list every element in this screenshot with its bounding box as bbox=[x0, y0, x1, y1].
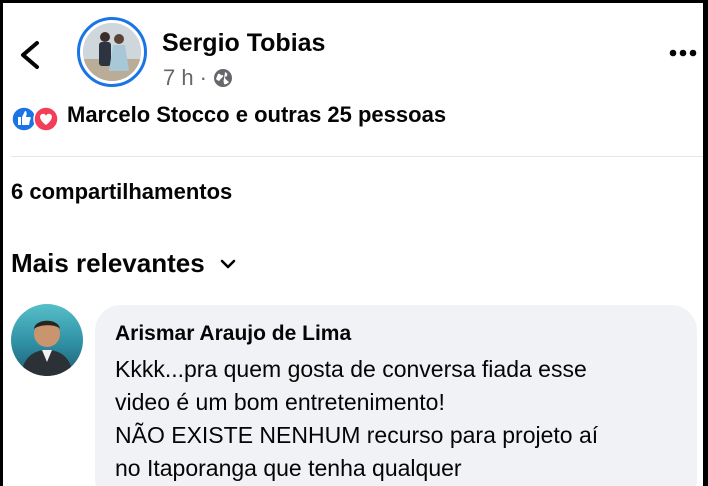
post-time[interactable]: 7 h bbox=[163, 65, 194, 91]
author-photo bbox=[83, 23, 141, 81]
commenter-avatar[interactable] bbox=[11, 304, 83, 376]
author-avatar[interactable] bbox=[77, 17, 147, 87]
reactions-summary[interactable]: Marcelo Stocco e outras 25 pessoas bbox=[11, 106, 446, 132]
love-icon bbox=[33, 106, 59, 132]
commenter-photo bbox=[21, 320, 73, 376]
post-meta: 7 h · bbox=[163, 65, 233, 91]
back-button[interactable] bbox=[15, 37, 45, 73]
comment-line: video é um bom entretenimento! bbox=[115, 389, 445, 415]
comment-text: Kkkk...pra quem gosta de conversa fiada … bbox=[115, 353, 685, 485]
comment-author[interactable]: Arismar Araujo de Lima bbox=[115, 322, 351, 346]
section-divider bbox=[11, 156, 703, 157]
sort-label: Mais relevantes bbox=[11, 248, 205, 278]
reactions-text: Marcelo Stocco e outras 25 pessoas bbox=[67, 106, 447, 127]
comment-bubble: Arismar Araujo de Lima Kkkk...pra quem g… bbox=[95, 305, 697, 486]
comment-sort-dropdown[interactable]: Mais relevantes bbox=[11, 248, 237, 279]
comment-line: NÃO EXISTE NENHUM recurso para projeto a… bbox=[115, 422, 599, 448]
author-name[interactable]: Sergio Tobias bbox=[162, 29, 325, 58]
more-options-button[interactable] bbox=[667, 39, 699, 63]
post-view: Sergio Tobias 7 h · Marcelo Stocco e out… bbox=[3, 3, 703, 486]
more-dots-icon bbox=[669, 49, 697, 57]
back-arrow-icon bbox=[21, 41, 39, 69]
globe-icon bbox=[213, 69, 232, 87]
shares-count[interactable]: 6 compartilhamentos bbox=[11, 179, 232, 205]
comment-line: Kkkk...pra quem gosta de conversa fiada … bbox=[115, 356, 587, 382]
chevron-down-icon bbox=[220, 259, 235, 268]
meta-separator: · bbox=[199, 65, 207, 90]
comment-line: no Itaporanga que tenha qualquer bbox=[115, 455, 462, 481]
